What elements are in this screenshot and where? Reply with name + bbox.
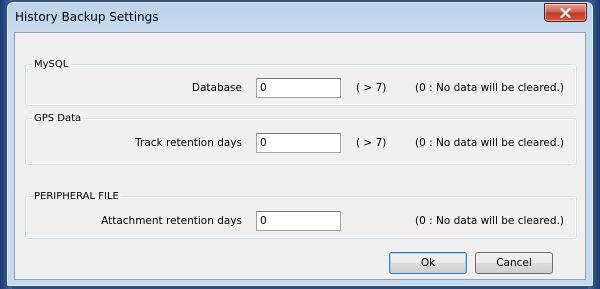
close-icon xyxy=(560,7,571,18)
gps-data-group-legend: GPS Data xyxy=(34,113,82,124)
peripheral-file-group-legend: PERIPHERAL FILE xyxy=(34,191,119,202)
attachment-retention-note: (0 : No data will be cleared.) xyxy=(415,215,564,227)
database-input[interactable] xyxy=(256,78,341,98)
attachment-retention-label: Attachment retention days xyxy=(101,215,242,227)
track-retention-range-hint: ( > 7) xyxy=(356,137,387,149)
track-retention-label: Track retention days xyxy=(135,137,242,149)
dialog-window: History Backup Settings MySQL Database (… xyxy=(6,1,594,287)
dialog-client-area: MySQL Database ( > 7) (0 : No data will … xyxy=(14,32,586,280)
close-button[interactable] xyxy=(544,3,587,22)
ok-button[interactable]: Ok xyxy=(389,252,467,274)
database-label: Database xyxy=(191,82,242,94)
attachment-retention-input[interactable] xyxy=(256,211,341,231)
database-range-hint: ( > 7) xyxy=(356,82,387,94)
database-note: (0 : No data will be cleared.) xyxy=(415,82,564,94)
track-retention-input[interactable] xyxy=(256,133,341,153)
window-title: History Backup Settings xyxy=(15,10,159,24)
mysql-group-legend: MySQL xyxy=(34,59,69,70)
cancel-button[interactable]: Cancel xyxy=(475,252,553,274)
title-bar[interactable]: History Backup Settings xyxy=(7,2,593,32)
track-retention-note: (0 : No data will be cleared.) xyxy=(415,137,564,149)
